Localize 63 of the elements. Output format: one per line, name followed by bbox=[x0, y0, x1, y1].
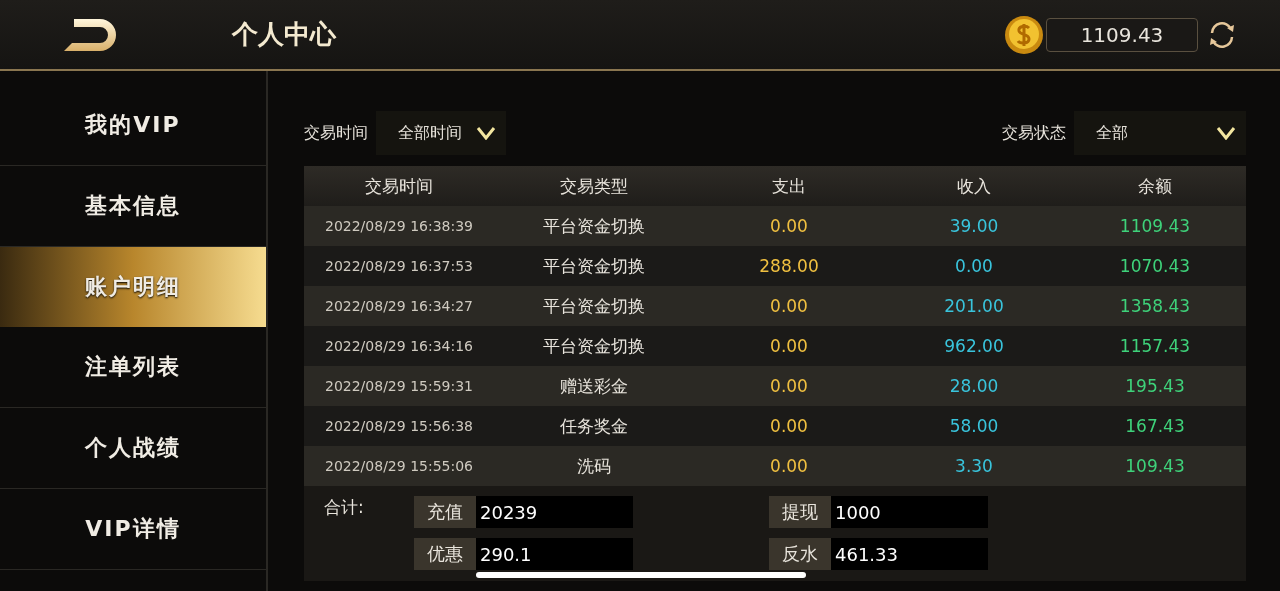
coin-icon bbox=[1004, 14, 1044, 55]
chevron-icon bbox=[476, 126, 496, 140]
total-label: 优惠 bbox=[414, 538, 476, 570]
table-cell-text: 288.00 bbox=[758, 256, 820, 276]
sidebar-item[interactable]: 注单列表 bbox=[0, 327, 266, 408]
table-cell-text: 1109.43 bbox=[1118, 216, 1192, 236]
table-cell-text: 39.00 bbox=[948, 216, 1000, 236]
totals-label: 合计: bbox=[323, 496, 365, 519]
table-cell-text: 0.00 bbox=[769, 416, 809, 436]
table-cell-text: 1070.43 bbox=[1118, 256, 1192, 276]
table-cell-text: 平台资金切换 bbox=[542, 254, 646, 278]
total-value: 20239 bbox=[476, 496, 633, 528]
table-cell-text: 2022/08/29 16:37:53 bbox=[324, 258, 474, 274]
table-cell-text: 平台资金切换 bbox=[542, 214, 646, 238]
table-cell-text: 0.00 bbox=[769, 456, 809, 476]
table-cell-text: 2022/08/29 16:38:39 bbox=[324, 218, 474, 234]
table-cell-text: 赠送彩金 bbox=[559, 374, 629, 398]
page-title: 个人中心 bbox=[232, 18, 336, 51]
table-cell-text: 平台资金切换 bbox=[542, 334, 646, 358]
table-cell-text: 109.43 bbox=[1124, 456, 1186, 476]
total-value: 461.33 bbox=[831, 538, 988, 570]
table-cell-text: 195.43 bbox=[1124, 376, 1186, 396]
sidebar-item[interactable]: VIP详情 bbox=[0, 489, 266, 570]
column-header: 收入 bbox=[956, 174, 992, 198]
filter-label: 交易状态 bbox=[1002, 122, 1066, 144]
column-header: 交易类型 bbox=[559, 174, 629, 198]
table-cell-text: 167.43 bbox=[1124, 416, 1186, 436]
table-cell-text: 2022/08/29 15:55:06 bbox=[324, 458, 474, 474]
table-cell-text: 0.00 bbox=[769, 376, 809, 396]
table-cell-text: 0.00 bbox=[769, 336, 809, 356]
table-cell-text: 28.00 bbox=[948, 376, 1000, 396]
filter-label: 交易时间 bbox=[304, 122, 368, 144]
table-cell-text: 任务奖金 bbox=[559, 414, 629, 438]
table-cell-text: 1157.43 bbox=[1118, 336, 1192, 356]
filter-dropdown[interactable]: 全部时间 bbox=[376, 111, 506, 155]
total-value: 1000 bbox=[831, 496, 988, 528]
table-cell-text: 平台资金切换 bbox=[542, 294, 646, 318]
total-label: 提现 bbox=[769, 496, 831, 528]
filter-dropdown[interactable]: 全部 bbox=[1074, 111, 1246, 155]
total-value: 290.1 bbox=[476, 538, 633, 570]
back-icon[interactable] bbox=[62, 16, 118, 53]
total-label: 充值 bbox=[414, 496, 476, 528]
table-cell-text: 2022/08/29 15:59:31 bbox=[324, 378, 474, 394]
table-cell-text: 洗码 bbox=[576, 454, 612, 478]
table-cell-text: 0.00 bbox=[769, 296, 809, 316]
table-cell-text: 0.00 bbox=[954, 256, 994, 276]
table-cell-text: 1358.43 bbox=[1118, 296, 1192, 316]
table-cell-text: 962.00 bbox=[943, 336, 1005, 356]
chevron-icon bbox=[1216, 126, 1236, 140]
table-cell-text: 2022/08/29 15:56:38 bbox=[324, 418, 474, 434]
column-header: 支出 bbox=[771, 174, 807, 198]
table-cell-text: 58.00 bbox=[948, 416, 1000, 436]
table-cell-text: 201.00 bbox=[943, 296, 1005, 316]
table-cell-text: 2022/08/29 16:34:16 bbox=[324, 338, 474, 354]
column-header: 交易时间 bbox=[364, 174, 434, 198]
table-cell-text: 2022/08/29 16:34:27 bbox=[324, 298, 474, 314]
total-label: 反水 bbox=[769, 538, 831, 570]
table-cell-text: 0.00 bbox=[769, 216, 809, 236]
sidebar-item[interactable]: 个人战绩 bbox=[0, 408, 266, 489]
table-cell-text: 3.30 bbox=[954, 456, 994, 476]
sidebar-item[interactable]: 我的VIP bbox=[0, 85, 266, 166]
balance-field: 1109.43 bbox=[1046, 17, 1198, 52]
column-header: 余额 bbox=[1137, 174, 1173, 198]
